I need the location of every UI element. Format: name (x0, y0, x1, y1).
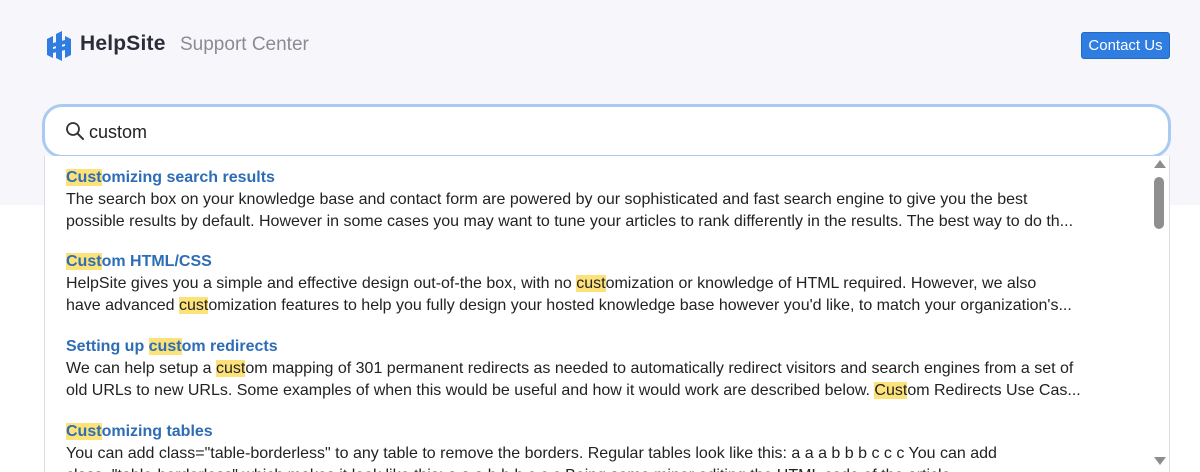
search-input[interactable] (89, 118, 1139, 146)
match-highlight: Cust (66, 253, 102, 270)
match-highlight: cust (216, 360, 246, 377)
result-text: om Redirects Use Cas... (907, 382, 1081, 399)
result-text: old URLs to new URLs. Some examples of w… (66, 382, 875, 399)
result-text: omizing search results (101, 169, 275, 186)
match-highlight: cust (178, 297, 209, 314)
result-snippet-line: have advanced customization features to … (66, 295, 1136, 316)
search-box[interactable] (42, 104, 1171, 158)
result-snippet-line: We can help setup a custom mapping of 30… (66, 358, 1136, 379)
result-text: The search box on your knowledge base an… (66, 191, 1028, 208)
result-title[interactable]: Customizing search results (66, 168, 1136, 188)
search-result-item[interactable]: Custom HTML/CSS HelpSite gives you a sim… (66, 252, 1136, 316)
result-snippet-line: class="table-borderless" which makes it … (66, 465, 1136, 472)
result-text: omization features to help you fully des… (208, 297, 1072, 314)
search-result-item[interactable]: Customizing search results The search bo… (66, 168, 1136, 232)
result-text: We can help setup a (66, 360, 217, 377)
search-result-item[interactable]: Customizing tables You can add class="ta… (66, 422, 1136, 472)
result-title[interactable]: Setting up custom redirects (66, 337, 1136, 357)
result-snippet-line: HelpSite gives you a simple and effectiv… (66, 273, 1136, 294)
result-text: class="table-borderless" which makes it … (66, 467, 964, 472)
match-highlight: Cust (66, 169, 102, 186)
helpsite-logo-icon[interactable] (44, 29, 74, 61)
scroll-up-arrow-icon[interactable] (1154, 160, 1166, 168)
result-text: om redirects (181, 338, 278, 355)
result-snippet-line: You can add class="table-borderless" to … (66, 443, 1136, 464)
result-snippet-line: old URLs to new URLs. Some examples of w… (66, 380, 1136, 401)
search-results-dropdown: Customizing search results The search bo… (44, 156, 1170, 472)
result-text: have advanced (66, 297, 179, 314)
result-snippet-line: possible results by default. However in … (66, 211, 1136, 232)
match-highlight: cust (148, 338, 182, 355)
search-icon (66, 122, 84, 140)
match-highlight: cust (576, 275, 606, 292)
result-text: You can add class="table-borderless" to … (66, 445, 997, 462)
result-text: omizing tables (101, 423, 213, 440)
search-result-item[interactable]: Setting up custom redirects We can help … (66, 337, 1136, 401)
scroll-down-arrow-icon[interactable] (1154, 457, 1166, 465)
page-title: Support Center (180, 34, 309, 55)
result-text: om mapping of 301 permanent redirects as… (245, 360, 1074, 377)
result-text: om HTML/CSS (101, 253, 212, 270)
match-highlight: Cust (66, 423, 102, 440)
result-text: possible results by default. However in … (66, 213, 1074, 230)
result-snippet-line: The search box on your knowledge base an… (66, 189, 1136, 210)
scrollbar-thumb[interactable] (1154, 177, 1164, 229)
match-highlight: Cust (874, 382, 908, 399)
contact-us-button[interactable]: Contact Us (1081, 32, 1170, 59)
result-title[interactable]: Customizing tables (66, 422, 1136, 442)
results-scrollbar[interactable] (1150, 157, 1170, 472)
site-header: HelpSite Support Center Contact Us (0, 0, 1200, 90)
result-text: omization or knowledge of HTML required.… (605, 275, 1037, 292)
result-text: Setting up (66, 338, 149, 355)
result-title[interactable]: Custom HTML/CSS (66, 252, 1136, 272)
result-text: HelpSite gives you a simple and effectiv… (66, 275, 577, 292)
brand-name[interactable]: HelpSite (80, 32, 166, 56)
